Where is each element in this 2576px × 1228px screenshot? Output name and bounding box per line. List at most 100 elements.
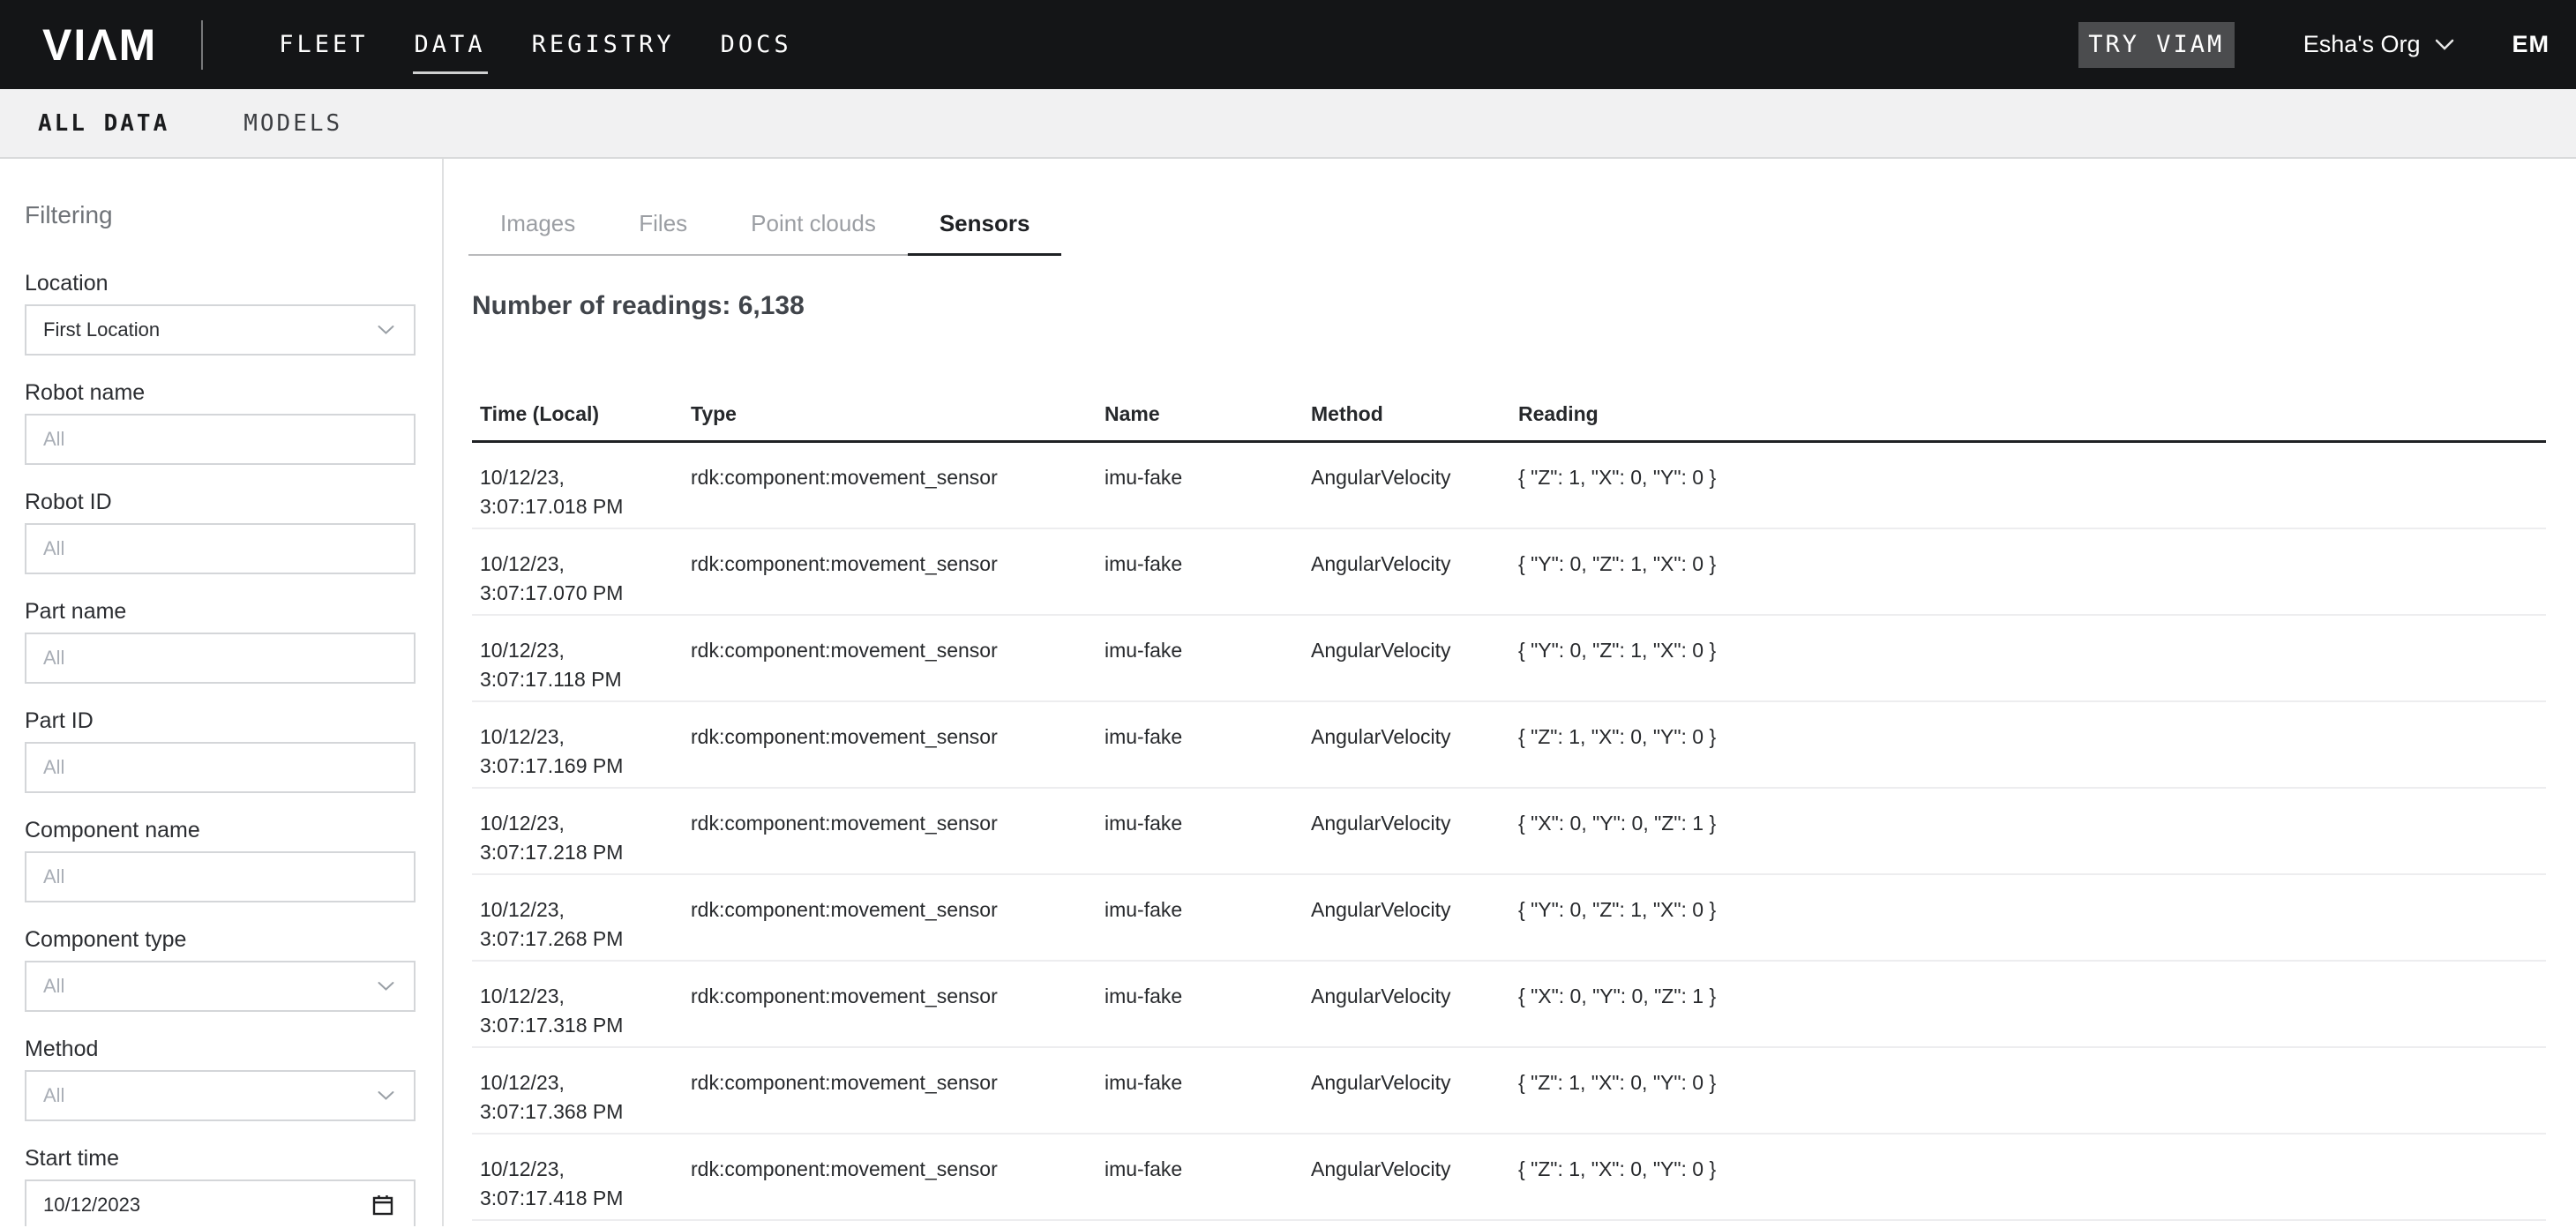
cell-name: imu-fake (1105, 636, 1311, 665)
part-id-input[interactable] (25, 742, 416, 793)
cell-reading: { "Y": 0, "Z": 1, "X": 0 } (1518, 636, 2546, 665)
start-time-label: Start time (25, 1146, 417, 1172)
field-start-time: Start time 10/12/2023 03:07:00 PM (25, 1146, 417, 1226)
part-name-label: Part name (25, 599, 417, 625)
table-row: 10/12/23, 3:07:17.118 PM rdk:component:m… (472, 616, 2546, 702)
filter-sidebar: Filtering Location First Location Robot … (0, 159, 444, 1226)
location-select[interactable]: First Location (25, 304, 416, 356)
cell-reading: { "Z": 1, "X": 0, "Y": 0 } (1518, 1155, 2546, 1184)
robot-id-input[interactable] (25, 523, 416, 574)
cell-method: AngularVelocity (1311, 1155, 1518, 1184)
cell-name: imu-fake (1105, 809, 1311, 838)
nav-item-docs[interactable]: DOCS (721, 31, 792, 58)
tab-models[interactable]: MODELS (243, 110, 342, 137)
field-method: Method All (25, 1037, 417, 1121)
column-header-method: Method (1311, 402, 1518, 426)
chevron-down-icon (378, 1091, 394, 1101)
table-row: 10/12/23, 3:07:17.070 PM rdk:component:m… (472, 529, 2546, 616)
topnav-right: TRY VIAM Esha's Org EM (2078, 22, 2550, 68)
cell-time: 10/12/23, 3:07:17.418 PM (472, 1155, 691, 1213)
nav-divider (201, 20, 203, 70)
field-robot-name: Robot name (25, 380, 417, 465)
table-row: 10/12/23, 3:07:17.318 PM rdk:component:m… (472, 962, 2546, 1048)
cell-type: rdk:component:movement_sensor (691, 809, 1105, 838)
readings-label: Number of readings: (472, 291, 730, 320)
nav-item-registry[interactable]: REGISTRY (532, 31, 675, 58)
cell-time: 10/12/23, 3:07:17.218 PM (472, 809, 691, 867)
chevron-down-icon (2435, 39, 2454, 50)
chevron-down-icon (378, 326, 394, 335)
cell-name: imu-fake (1105, 1155, 1311, 1184)
component-name-input[interactable] (25, 851, 416, 902)
cell-method: AngularVelocity (1311, 463, 1518, 492)
tab-point-clouds[interactable]: Point clouds (719, 210, 908, 256)
table-body: 10/12/23, 3:07:17.018 PM rdk:component:m… (472, 443, 2546, 1221)
cell-type: rdk:component:movement_sensor (691, 463, 1105, 492)
location-value: First Location (43, 318, 160, 341)
column-header-type: Type (691, 402, 1105, 426)
cell-name: imu-fake (1105, 463, 1311, 492)
sensor-readings-table: Time (Local) Type Name Method Reading 10… (472, 378, 2546, 1221)
cell-name: imu-fake (1105, 550, 1311, 579)
nav-item-data[interactable]: DATA (415, 31, 486, 58)
table-row: 10/12/23, 3:07:17.268 PM rdk:component:m… (472, 875, 2546, 962)
cell-name: imu-fake (1105, 723, 1311, 752)
cell-type: rdk:component:movement_sensor (691, 1068, 1105, 1097)
calendar-icon (371, 1194, 394, 1217)
viam-app: VIΛM FLEET DATA REGISTRY DOCS TRY VIAM E… (0, 0, 2576, 1228)
cell-time: 10/12/23, 3:07:17.268 PM (472, 895, 691, 954)
field-component-type: Component type All (25, 927, 417, 1012)
cell-reading: { "Z": 1, "X": 0, "Y": 0 } (1518, 1068, 2546, 1097)
cell-method: AngularVelocity (1311, 982, 1518, 1011)
cell-method: AngularVelocity (1311, 723, 1518, 752)
tab-images[interactable]: Images (468, 210, 607, 256)
robot-id-label: Robot ID (25, 490, 417, 515)
component-name-label: Component name (25, 818, 417, 843)
component-type-select[interactable]: All (25, 961, 416, 1012)
cell-type: rdk:component:movement_sensor (691, 895, 1105, 925)
method-select[interactable]: All (25, 1070, 416, 1121)
cell-type: rdk:component:movement_sensor (691, 723, 1105, 752)
tab-all-data[interactable]: ALL DATA (38, 110, 169, 137)
cell-reading: { "Z": 1, "X": 0, "Y": 0 } (1518, 463, 2546, 492)
tab-files[interactable]: Files (607, 210, 719, 256)
cell-name: imu-fake (1105, 1068, 1311, 1097)
robot-name-label: Robot name (25, 380, 417, 406)
primary-nav: FLEET DATA REGISTRY DOCS (279, 31, 791, 58)
cell-name: imu-fake (1105, 895, 1311, 925)
tab-sensors[interactable]: Sensors (908, 210, 1062, 256)
table-row: 10/12/23, 3:07:17.218 PM rdk:component:m… (472, 789, 2546, 875)
part-name-input[interactable] (25, 633, 416, 684)
nav-item-fleet[interactable]: FLEET (279, 31, 368, 58)
start-date-input[interactable]: 10/12/2023 (25, 1179, 416, 1226)
location-label: Location (25, 271, 417, 296)
content: Filtering Location First Location Robot … (0, 159, 2576, 1226)
readings-value: 6,138 (738, 291, 805, 320)
table-row: 10/12/23, 3:07:17.418 PM rdk:component:m… (472, 1134, 2546, 1221)
component-type-label: Component type (25, 927, 417, 953)
cell-time: 10/12/23, 3:07:17.368 PM (472, 1068, 691, 1127)
cell-type: rdk:component:movement_sensor (691, 550, 1105, 579)
table-row: 10/12/23, 3:07:17.169 PM rdk:component:m… (472, 702, 2546, 789)
table-row: 10/12/23, 3:07:17.018 PM rdk:component:m… (472, 443, 2546, 529)
robot-name-input[interactable] (25, 414, 416, 465)
org-switcher[interactable]: Esha's Org (2303, 31, 2454, 58)
avatar[interactable]: EM (2512, 31, 2550, 58)
column-header-name: Name (1105, 402, 1311, 426)
cell-method: AngularVelocity (1311, 636, 1518, 665)
column-header-time: Time (Local) (472, 402, 691, 426)
cell-method: AngularVelocity (1311, 895, 1518, 925)
column-header-reading: Reading (1518, 402, 2546, 426)
sidebar-title: Filtering (25, 201, 417, 229)
try-viam-button[interactable]: TRY VIAM (2078, 22, 2235, 68)
cell-reading: { "X": 0, "Y": 0, "Z": 1 } (1518, 982, 2546, 1011)
cell-time: 10/12/23, 3:07:17.070 PM (472, 550, 691, 608)
cell-reading: { "Z": 1, "X": 0, "Y": 0 } (1518, 723, 2546, 752)
org-name: Esha's Org (2303, 31, 2421, 58)
method-value: All (43, 1084, 64, 1107)
viam-logo[interactable]: VIΛM (42, 23, 157, 67)
table-header: Time (Local) Type Name Method Reading (472, 378, 2546, 443)
method-label: Method (25, 1037, 417, 1062)
cell-name: imu-fake (1105, 982, 1311, 1011)
readings-count: Number of readings: 6,138 (472, 291, 2548, 321)
